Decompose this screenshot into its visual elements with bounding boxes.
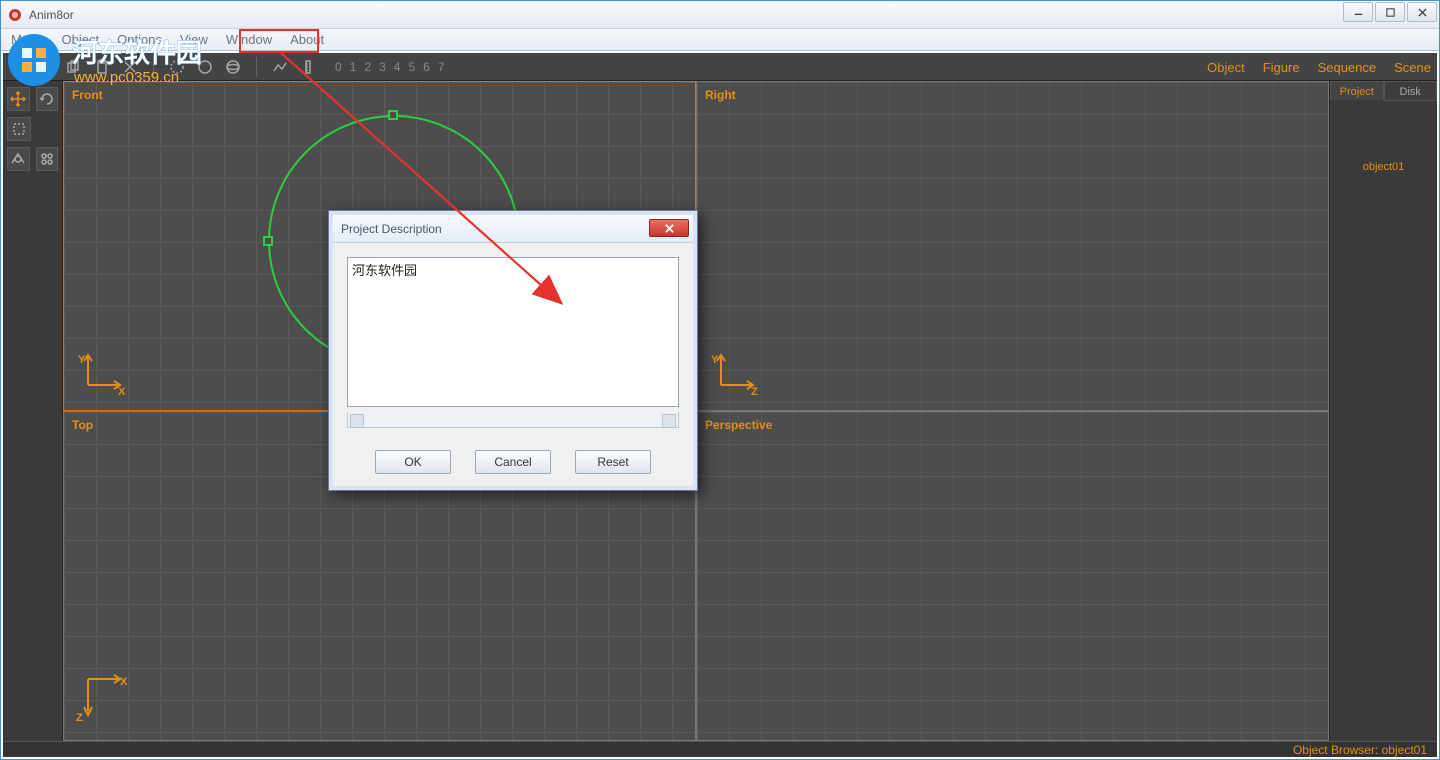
project-item-object01[interactable]: object01: [1330, 161, 1437, 173]
move-tool[interactable]: [7, 87, 30, 111]
select-tool[interactable]: [7, 117, 31, 141]
axis-right: YZ: [707, 351, 763, 402]
menu-window[interactable]: Window: [226, 32, 272, 47]
axis-front: YX: [74, 351, 130, 402]
circle-solid-icon[interactable]: [196, 58, 214, 76]
layer-5[interactable]: 5: [408, 60, 415, 74]
layer-2[interactable]: 2: [364, 60, 371, 74]
cancel-button[interactable]: Cancel: [475, 450, 551, 474]
layer-1[interactable]: 1: [350, 60, 357, 74]
viewport-front-label: Front: [72, 88, 103, 102]
viewport-right[interactable]: Right YZ: [696, 81, 1329, 411]
reset-button[interactable]: Reset: [575, 450, 651, 474]
layer-3[interactable]: 3: [379, 60, 386, 74]
dialog-title-bar[interactable]: Project Description: [333, 215, 693, 243]
right-panel: Project Disk object01: [1329, 81, 1437, 741]
app-icon: [7, 7, 23, 23]
menu-view[interactable]: View: [180, 32, 208, 47]
tab-object[interactable]: Object: [1207, 60, 1245, 75]
paste-icon[interactable]: [93, 58, 111, 76]
app-title: Anim8or: [29, 8, 74, 22]
viewport-right-label: Right: [705, 88, 736, 102]
maximize-button[interactable]: [1375, 2, 1405, 22]
toolbar: 0 1 2 3 4 5 6 7 Object Figure Sequence S…: [3, 53, 1437, 81]
shape-a-tool[interactable]: [7, 147, 30, 171]
viewport-perspective-label: Perspective: [705, 418, 772, 432]
title-bar: Anim8or: [1, 1, 1439, 29]
menu-about[interactable]: About: [290, 32, 324, 47]
layer-6[interactable]: 6: [423, 60, 430, 74]
panel-tab-project[interactable]: Project: [1330, 81, 1384, 101]
project-description-dialog: Project Description OK Cancel Reset: [328, 210, 698, 491]
sphere-icon[interactable]: [224, 58, 242, 76]
ruler-icon[interactable]: [299, 58, 317, 76]
svg-text:X: X: [118, 386, 126, 397]
description-textarea[interactable]: [347, 257, 679, 407]
circle-wireframe-icon[interactable]: [168, 58, 186, 76]
svg-text:Z: Z: [76, 712, 83, 724]
dialog-close-button[interactable]: [649, 219, 689, 237]
copy-icon[interactable]: [65, 58, 83, 76]
tab-figure[interactable]: Figure: [1263, 60, 1300, 75]
new-icon[interactable]: [37, 58, 55, 76]
menu-mode[interactable]: Mode: [11, 32, 44, 47]
window-controls: [1343, 2, 1437, 22]
layer-0[interactable]: 0: [335, 60, 342, 74]
status-text: Object Browser: object01: [1293, 743, 1427, 757]
left-toolbar: [3, 81, 63, 741]
undo-icon[interactable]: [9, 58, 27, 76]
axis-top: XZ: [74, 671, 130, 732]
graph-icon[interactable]: [271, 58, 289, 76]
layer-4[interactable]: 4: [394, 60, 401, 74]
svg-text:Z: Z: [751, 386, 758, 397]
panel-tab-disk[interactable]: Disk: [1384, 81, 1438, 101]
app-area: 0 1 2 3 4 5 6 7 Object Figure Sequence S…: [3, 53, 1437, 741]
rotate-tool[interactable]: [36, 87, 59, 111]
tab-scene[interactable]: Scene: [1394, 60, 1431, 75]
mode-tabs: Object Figure Sequence Scene: [1207, 53, 1431, 81]
dialog-title: Project Description: [341, 222, 442, 236]
status-bar: Object Browser: object01: [3, 741, 1437, 757]
menu-options[interactable]: Options: [117, 32, 162, 47]
menu-bar: Mode Object Options View Window About: [1, 29, 1439, 51]
viewport-top-label: Top: [72, 418, 93, 432]
layer-7[interactable]: 7: [438, 60, 445, 74]
svg-text:Y: Y: [78, 354, 86, 366]
close-button[interactable]: [1407, 2, 1437, 22]
svg-text:X: X: [120, 676, 128, 688]
textarea-scrollbar-horizontal[interactable]: [347, 412, 679, 428]
ok-button[interactable]: OK: [375, 450, 451, 474]
delete-icon[interactable]: [121, 58, 139, 76]
object-handle-left[interactable]: [263, 236, 273, 246]
shape-b-tool[interactable]: [36, 147, 59, 171]
minimize-button[interactable]: [1343, 2, 1373, 22]
layer-numbers: 0 1 2 3 4 5 6 7: [335, 60, 445, 74]
menu-object[interactable]: Object: [62, 32, 100, 47]
object-handle-top[interactable]: [388, 110, 398, 120]
svg-text:Y: Y: [711, 354, 719, 366]
app-window: Anim8or Mode Object Options View Window …: [0, 0, 1440, 760]
tab-sequence[interactable]: Sequence: [1318, 60, 1377, 75]
viewport-perspective[interactable]: Perspective: [696, 411, 1329, 741]
